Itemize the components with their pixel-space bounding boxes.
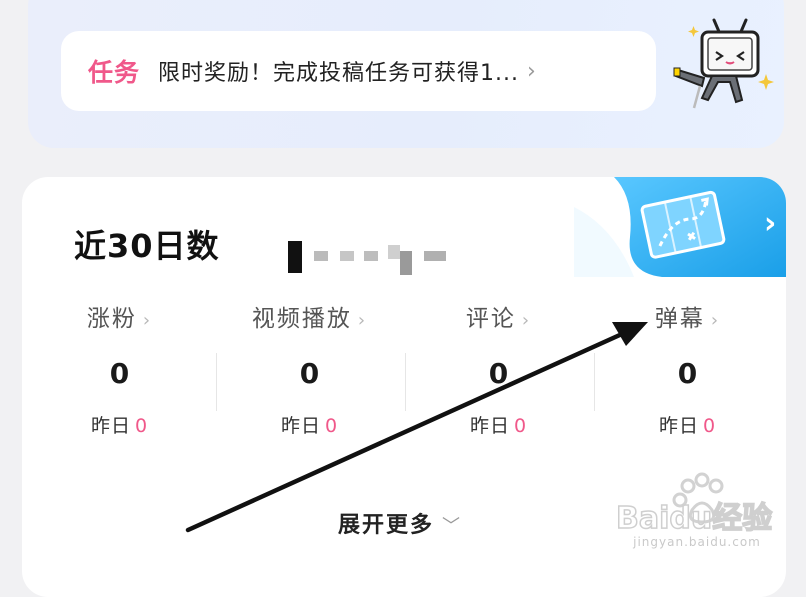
redacted-area [288, 241, 446, 275]
stat-followers[interactable]: 涨粉 › 0 昨日 0 [25, 295, 214, 455]
chevron-right-icon: › [521, 310, 532, 331]
stat-label: 视频播放 [251, 306, 352, 332]
task-card: 任务 限时奖励！完成投稿任务可获得1... › [28, 0, 784, 148]
chevron-right-icon: › [527, 58, 536, 84]
expand-more-button[interactable]: 展开更多 ﹀ [338, 507, 462, 539]
stats-row: 涨粉 › 0 昨日 0 视频播放 › 0 昨日 0 评论 › 0 昨日 0 弹幕 › 0 昨日… [22, 295, 786, 455]
task-banner[interactable]: 任务 限时奖励！完成投稿任务可获得1... › [61, 31, 656, 111]
banner-chevron-icon: › [764, 206, 776, 241]
tv-mascot-icon [673, 18, 774, 109]
chevron-right-icon: › [357, 310, 368, 331]
stat-comments[interactable]: 评论 › 0 昨日 0 [404, 295, 593, 455]
watermark-brand: Baidu经验 [616, 501, 772, 536]
yesterday-value: 0 [324, 415, 339, 437]
chevron-right-icon: › [142, 310, 153, 331]
stat-danmaku[interactable]: 弹幕 › 0 昨日 0 [593, 295, 782, 455]
stat-value: 0 [299, 357, 320, 390]
watermark-url: jingyan.baidu.com [633, 535, 761, 549]
stat-video-plays[interactable]: 视频播放 › 0 昨日 0 [215, 295, 404, 455]
yesterday-label: 昨日 [469, 415, 510, 437]
yesterday-label: 昨日 [90, 415, 131, 437]
task-tag: 任务 [88, 58, 141, 87]
map-arrow-icon[interactable]: › [574, 177, 786, 277]
yesterday-value: 0 [702, 415, 717, 437]
yesterday-value: 0 [513, 415, 528, 437]
expand-more-label: 展开更多 [338, 513, 435, 538]
yesterday-label: 昨日 [280, 415, 321, 437]
stat-value: 0 [109, 357, 130, 390]
stat-value: 0 [488, 357, 509, 390]
chevron-right-icon: › [710, 310, 721, 331]
chevron-down-icon: ﹀ [442, 516, 463, 537]
section-title: 近30日数 [74, 227, 220, 265]
task-text: 限时奖励！完成投稿任务可获得1... [158, 61, 519, 86]
yesterday-label: 昨日 [658, 415, 699, 437]
stat-label: 涨粉 [86, 306, 137, 332]
stat-label: 评论 [465, 306, 516, 332]
stat-label: 弹幕 [654, 306, 705, 332]
stat-value: 0 [677, 357, 698, 390]
yesterday-value: 0 [134, 415, 149, 437]
